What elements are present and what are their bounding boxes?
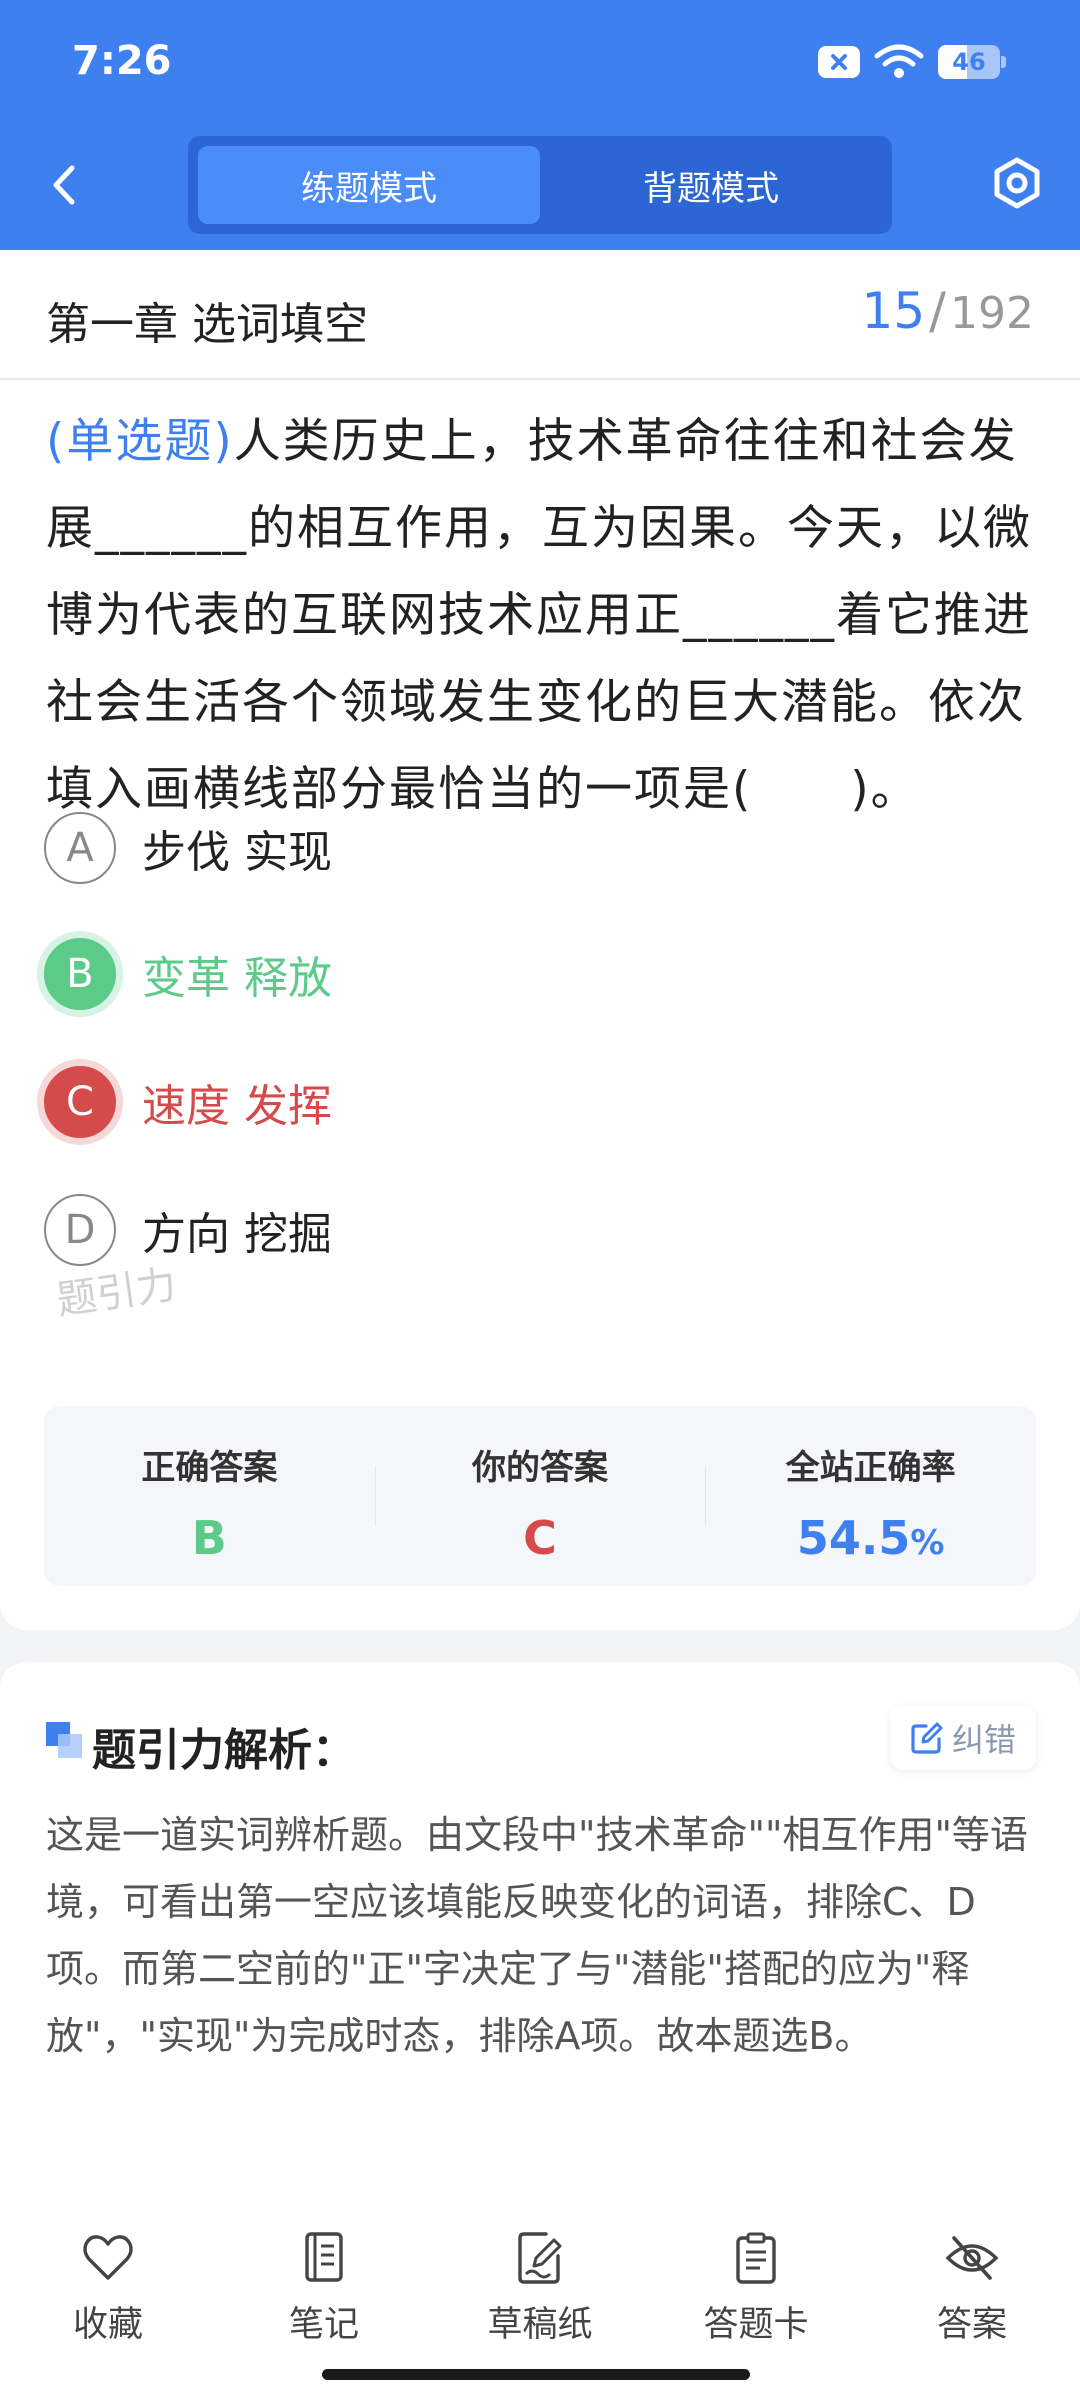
analysis-card: 题引力解析： 纠错 这是一道实词辨析题。由文段中"技术革命""相互作用"等语境，… [0,1662,1080,2202]
settings-icon [994,157,1040,209]
correct-answer-value: B [191,1511,227,1565]
counter-separator: / [929,282,947,340]
option-letter: D [44,1194,116,1266]
question-body: 人类历史上，技术革命往往和社会发展______的相互作用，互为因果。今天，以微博… [46,414,1032,817]
favorite-label: 收藏 [72,2305,143,2345]
notebook-icon [305,2232,343,2282]
draft-pen-icon [518,2232,562,2284]
edit-icon [911,1722,943,1754]
correct-answer-label: 正确答案 [141,1448,278,1488]
option-letter: C [37,1059,123,1145]
battery-level: 46 [952,48,986,76]
mode-switch: 练题模式 背题模式 [188,136,892,234]
report-error-label: 纠错 [951,1721,1016,1759]
show-answer-label: 答案 [936,2305,1007,2345]
show-answer-tab[interactable]: 答案 [864,2202,1080,2400]
option-c[interactable]: C 速度 发挥 [37,1059,332,1145]
chapter-bar: 第一章 选词填空 15/192 [0,250,1080,380]
option-letter: B [37,931,123,1017]
question-type: (单选题) [46,414,234,469]
home-indicator[interactable] [322,2369,750,2380]
wifi-icon [874,44,924,78]
report-error-button[interactable]: 纠错 [889,1706,1036,1770]
question-counter[interactable]: 15/192 [862,282,1034,340]
correct-answer-col: 正确答案 B [44,1406,375,1586]
favorite-tab[interactable]: 收藏 [0,2202,216,2400]
accuracy-unit: % [910,1523,945,1563]
your-answer-col: 你的答案 C [374,1406,706,1586]
option-b[interactable]: B 变革 释放 [37,931,332,1017]
option-text: 变革 释放 [142,953,332,1004]
your-answer-value: C [523,1511,557,1565]
tab-practice-mode[interactable]: 练题模式 [198,146,540,224]
current-index: 15 [861,282,926,340]
analysis-icon [46,1722,82,1758]
analysis-title: 题引力解析： [92,1725,356,1776]
accuracy-value: 54.5% [705,1511,1036,1565]
option-d[interactable]: D 方向 挖掘 [44,1192,332,1268]
accuracy-number: 54.5 [796,1511,911,1565]
accuracy-col: 全站正确率 54.5% [705,1406,1036,1586]
your-answer-label: 你的答案 [472,1448,608,1488]
chevron-left-icon [53,165,75,205]
clipboard-icon [736,2232,776,2284]
settings-button[interactable] [990,156,1044,210]
app-header: 7:26 46 练题模式 背题模式 [0,0,1080,250]
chapter-title: 第一章 选词填空 [46,299,368,350]
option-a[interactable]: A 步伐 实现 [44,810,332,886]
option-text: 步伐 实现 [142,827,332,878]
eye-off-icon [945,2236,999,2280]
total-count: 192 [950,288,1034,339]
analysis-text: 这是一道实词辨析题。由文段中"技术革命""相互作用"等语境，可看出第一空应该填能… [46,1813,1028,2058]
tab-memorize-mode[interactable]: 背题模式 [540,146,882,224]
option-text: 速度 发挥 [142,1081,332,1132]
accuracy-label: 全站正确率 [785,1448,956,1488]
draft-label: 草稿纸 [487,2305,593,2345]
back-button[interactable] [44,160,84,210]
question-text: (单选题)人类历史上，技术革命往往和社会发展______的相互作用，互为因果。今… [46,398,1036,833]
status-icons: 46 [818,44,1006,80]
no-sim-icon [818,46,860,78]
battery-icon: 46 [938,45,1006,79]
notes-label: 笔记 [288,2305,359,2345]
answer-sheet-label: 答题卡 [703,2305,809,2345]
answer-summary: 正确答案 B 你的答案 C 全站正确率 54.5% [44,1406,1036,1586]
status-time: 7:26 [72,38,172,84]
question-card: 第一章 选词填空 15/192 (单选题)人类历史上，技术革命往往和社会发展__… [0,250,1080,1630]
option-letter: A [44,812,116,884]
heart-icon [83,2235,133,2280]
